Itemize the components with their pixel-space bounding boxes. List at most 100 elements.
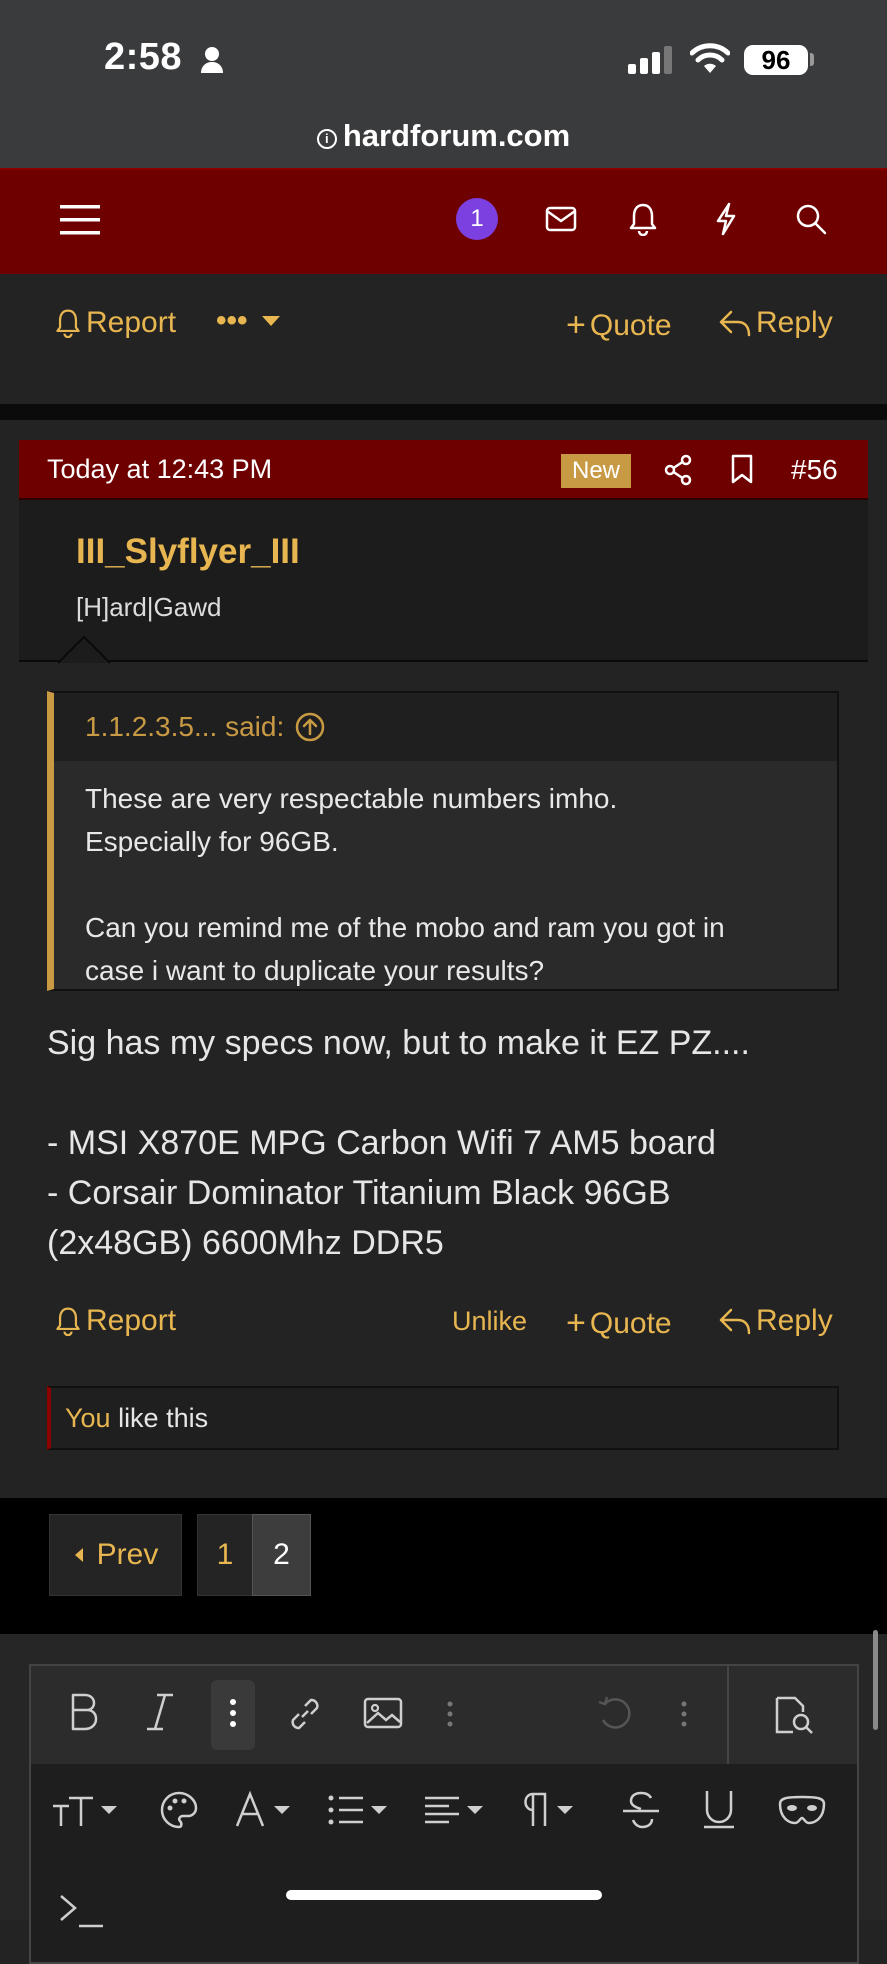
reply-arrow-icon <box>719 310 751 337</box>
page-1-button[interactable]: 1 <box>197 1514 253 1596</box>
quote-line: Especially for 96GB. <box>85 826 339 857</box>
new-badge: New <box>561 454 631 488</box>
previous-post-footer: Report ••• + Quote Reply <box>0 274 887 404</box>
caret-left-icon <box>74 1548 83 1562</box>
caret-down-icon <box>261 316 280 326</box>
reply-label: Reply <box>756 1304 833 1337</box>
bell-icon[interactable] <box>628 202 658 236</box>
plus-icon: + <box>566 306 586 344</box>
text-size-icon[interactable] <box>51 1790 123 1830</box>
url-text: hardforum.com <box>342 118 571 153</box>
vertical-dots-icon[interactable] <box>447 1700 453 1728</box>
status-bar: 2:58 96 i hardforum.com <box>0 0 887 168</box>
username[interactable]: III_Slyflyer_III <box>76 532 300 572</box>
reply-button[interactable]: Reply <box>718 1304 833 1338</box>
reactions-bar[interactable]: You like this <box>47 1386 839 1450</box>
share-icon[interactable] <box>663 454 693 486</box>
quote-label: Quote <box>589 308 672 342</box>
undo-icon[interactable] <box>595 1694 635 1734</box>
reply-arrow-icon <box>719 1308 751 1335</box>
bell-icon <box>56 1307 80 1336</box>
image-icon[interactable] <box>363 1696 403 1730</box>
page-2-current[interactable]: 2 <box>252 1514 311 1596</box>
lightning-icon[interactable] <box>714 202 738 236</box>
palette-icon[interactable] <box>159 1790 199 1830</box>
prev-label: Prev <box>96 1538 159 1571</box>
post-date[interactable]: Today at 12:43 PM <box>47 454 272 485</box>
reply-label: Reply <box>756 306 833 339</box>
quote-label: Quote <box>589 1306 672 1340</box>
reply-editor-area <box>0 1634 887 1964</box>
align-icon[interactable] <box>423 1792 489 1828</box>
quote-body: These are very respectable numbers imho.… <box>85 777 825 992</box>
reply-button[interactable]: Reply <box>718 306 833 340</box>
report-label: Report <box>86 1304 177 1337</box>
paragraph-icon[interactable] <box>519 1790 581 1830</box>
post-header: Today at 12:43 PM New #56 <box>19 440 868 500</box>
vertical-dots-icon[interactable] <box>681 1700 687 1728</box>
underline-icon[interactable] <box>701 1788 737 1830</box>
signal-icon <box>628 46 674 74</box>
forum-navbar: 1 <box>0 168 887 274</box>
quote-header[interactable]: 1.1.2.3.5... said: <box>54 693 837 761</box>
font-icon[interactable] <box>234 1790 296 1830</box>
toolbar-separator <box>727 1666 729 1764</box>
post-line: - Corsair Dominator Titanium Black 96GB <box>47 1174 671 1212</box>
preview-icon[interactable] <box>771 1694 815 1736</box>
link-icon[interactable] <box>285 1694 325 1734</box>
home-indicator[interactable] <box>286 1890 602 1900</box>
arrow-up-circle-icon <box>296 712 325 742</box>
rich-text-editor[interactable] <box>29 1664 859 1964</box>
unlike-label: Unlike <box>452 1306 528 1336</box>
account-alert-badge[interactable]: 1 <box>456 198 498 240</box>
italic-icon[interactable] <box>145 1692 175 1732</box>
reaction-user[interactable]: You <box>65 1403 111 1433</box>
post-body: Sig has my specs now, but to make it EZ … <box>47 1018 847 1268</box>
quote-author[interactable]: 1.1.2.3.5... said: <box>85 711 326 743</box>
spoiler-mask-icon[interactable] <box>777 1794 827 1826</box>
bell-icon <box>56 309 80 338</box>
pagination: Prev 1 2 <box>0 1498 887 1634</box>
user-title: [H]ard|Gawd <box>76 592 222 622</box>
quote-button[interactable]: + Quote <box>566 1304 672 1343</box>
mail-icon[interactable] <box>545 206 577 232</box>
more-label: ••• <box>216 304 248 337</box>
prev-page-button[interactable]: Prev <box>49 1514 182 1596</box>
clock: 2:58 <box>104 36 183 78</box>
post-line: (2x48GB) 6600Mhz DDR5 <box>47 1224 444 1262</box>
report-button[interactable]: Report <box>54 1304 176 1338</box>
code-icon[interactable] <box>57 1890 107 1930</box>
more-options-button[interactable]: ••• <box>216 304 282 338</box>
post-56: Today at 12:43 PM New #56 III_Slyflyer_I… <box>0 420 887 1498</box>
reaction-text: like this <box>110 1403 209 1433</box>
quote-button[interactable]: + Quote <box>566 306 672 345</box>
post-number[interactable]: #56 <box>791 454 838 486</box>
strikethrough-icon[interactable] <box>621 1790 661 1830</box>
info-icon[interactable]: i <box>316 129 337 149</box>
list-icon[interactable] <box>327 1792 393 1828</box>
battery-tip <box>810 53 814 66</box>
quote-author-label: 1.1.2.3.5... said: <box>85 711 285 742</box>
person-icon <box>200 46 224 74</box>
bold-icon[interactable] <box>69 1692 99 1732</box>
menu-icon[interactable] <box>60 204 100 236</box>
report-label: Report <box>86 306 177 339</box>
quote-block: 1.1.2.3.5... said: These are very respec… <box>47 691 839 991</box>
scrollbar[interactable] <box>873 1630 878 1730</box>
address-bar[interactable]: i hardforum.com <box>0 118 887 154</box>
vertical-dots-icon[interactable] <box>230 1698 236 1728</box>
search-icon[interactable] <box>795 203 827 235</box>
editor-toolbar-row-1 <box>31 1666 857 1764</box>
bookmark-icon[interactable] <box>729 453 755 485</box>
editor-toolbar-row-2 <box>31 1764 857 1864</box>
post-line: - MSI X870E MPG Carbon Wifi 7 AM5 board <box>47 1124 716 1162</box>
unlike-button[interactable]: Unlike <box>452 1306 527 1337</box>
user-info: III_Slyflyer_III [H]ard|Gawd <box>19 500 868 662</box>
report-button[interactable]: Report <box>54 306 176 340</box>
post-divider <box>0 404 887 420</box>
quote-line: These are very respectable numbers imho. <box>85 783 618 814</box>
user-arrow <box>58 636 130 664</box>
battery-indicator: 96 <box>744 45 808 75</box>
plus-icon: + <box>566 1304 586 1342</box>
quote-line: case i want to duplicate your results? <box>85 955 545 986</box>
